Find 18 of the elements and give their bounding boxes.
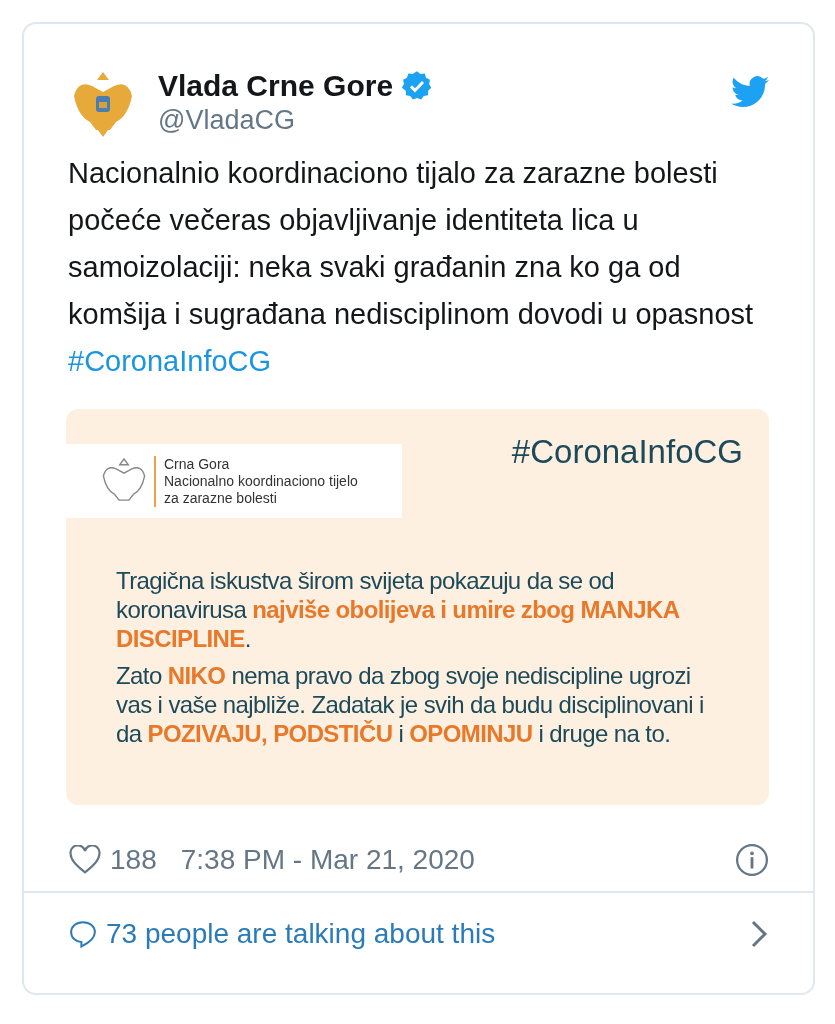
notice-paragraph: Tragična iskustva širom svijeta pokazuju da se od koronavirusa najviše obolijeva i umire zbog MANJKA DISCIPLINE. [116,566,681,653]
speech-bubble-icon [68,919,98,949]
organization-name: za zarazne bolesti [164,489,278,507]
hashtag-link[interactable]: #CoronaInfoCG [68,345,272,377]
hashtag-text: #CoronaInfoCG [511,432,744,472]
info-icon[interactable] [735,843,769,877]
timestamp[interactable]: 7:38 PM - Mar 21, 2020 [180,839,475,881]
heart-icon[interactable] [68,845,102,875]
conversation-link[interactable]: 73 people are talking about this [106,913,496,955]
account-handle[interactable]: @VladaCG [158,104,731,137]
tweet-text: Nacionalnio koordinaciono tijalo za zarazne bolesti počeće večeras objavljivanje identiteta lica u samoizolaciji: neka svaki građanin zna ko ga od komšija i sugrađana nedisciplinom dovodi u opasnost #CoronaInfoCG [67,156,755,379]
organization-name: Crna Gora [164,455,231,473]
like-count: 188 [110,843,157,877]
chevron-right-icon[interactable] [749,919,769,949]
notice-paragraph: Zato NIKO nema pravo da zbog svoje nediscipline ugrozi vas i vaše najbliže. Zadatak je svih da budu disciplinovani i da POZIVAJU, PODSTIČU i OPOMINJU i druge na to. [116,661,705,748]
account-name[interactable]: Vlada Crne Gore [158,68,394,104]
bird-icon[interactable] [731,76,769,108]
organization-name: Nacionalno koordinaciono tijelo [164,472,358,490]
